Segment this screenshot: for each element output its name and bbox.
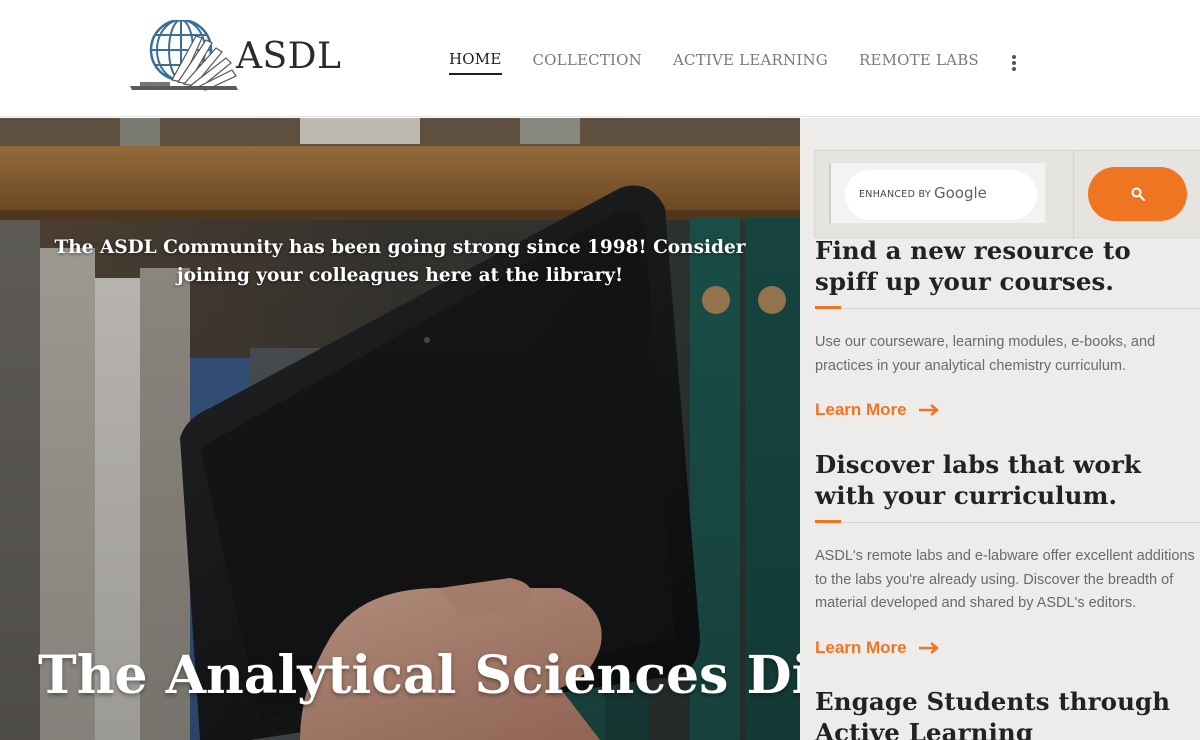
section-body: ASDL's remote labs and e-labware offer e… (815, 548, 1195, 611)
learn-more-label: Learn More (815, 637, 907, 657)
section-title: Discover labs that work with your curric… (815, 450, 1141, 510)
vertical-dots-icon[interactable] (1010, 54, 1018, 72)
hero-intro-text: The ASDL Community has been going strong… (54, 237, 746, 286)
resource-section: Find a new resource to spiff up your cou… (815, 235, 1200, 420)
hero-banner: The ASDL Community has been going strong… (0, 118, 800, 740)
learn-more-link-resources[interactable]: Learn More (815, 400, 939, 420)
main-nav: HOME COLLECTION ACTIVE LEARNING REMOTE L… (449, 50, 1018, 75)
nav-home[interactable]: HOME (449, 50, 502, 75)
google-label: Google (934, 184, 987, 202)
section-title: Find a new resource to spiff up your cou… (815, 236, 1131, 296)
nav-active-learning[interactable]: ACTIVE LEARNING (673, 51, 828, 74)
hero-title: The Analytical Sciences Digital Library (38, 645, 800, 706)
brand-name: ASDL (236, 36, 342, 77)
section-body: Use our courseware, learning modules, e-… (815, 334, 1156, 374)
arrow-right-icon (918, 641, 939, 654)
learn-more-link-labs[interactable]: Learn More (815, 638, 939, 658)
labs-section: Discover labs that work with your curric… (815, 449, 1200, 658)
section-divider (815, 511, 1200, 523)
enhanced-by-label: ENHANCED BY (859, 189, 931, 200)
search-icon (1131, 187, 1145, 201)
site-header: ASDL HOME COLLECTION ACTIVE LEARNING REM… (0, 0, 1200, 117)
sidebar: ENHANCED BY Google Find a new resource t… (800, 118, 1200, 740)
section-title: Engage Students through Active Learning (815, 687, 1171, 740)
learn-more-label: Learn More (815, 400, 907, 419)
nav-collection[interactable]: COLLECTION (533, 51, 642, 74)
search-divider (1073, 151, 1074, 239)
arrow-right-icon (918, 404, 939, 416)
nav-remote-labs[interactable]: REMOTE LABS (859, 51, 979, 74)
section-divider (815, 297, 1200, 309)
search-button[interactable] (1088, 167, 1187, 221)
active-learning-section: Engage Students through Active Learning (815, 686, 1200, 740)
